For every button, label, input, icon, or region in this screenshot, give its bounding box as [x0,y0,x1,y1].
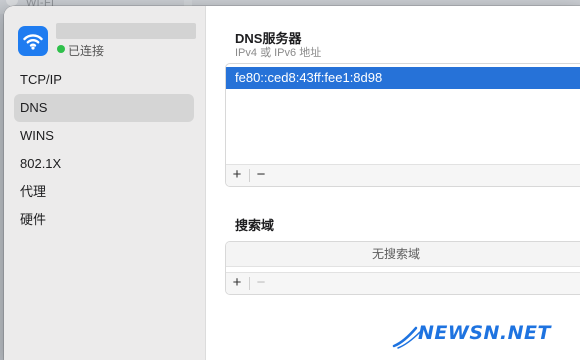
sidebar: 已连接 TCP/IP DNS WINS 802.1X 代理 硬件 [4,6,206,360]
main-panel: DNS服务器 IPv4 或 IPv6 地址 fe80::ced8:43ff:fe… [206,6,580,360]
remove-dns-server-button[interactable]: − [250,165,272,186]
search-domains-title: 搜索域 [235,218,275,233]
dns-server-list: fe80::ced8:43ff:fee1:8d98 + − [225,63,580,187]
search-domain-empty-state: 无搜索域 [226,242,580,267]
watermark-logo: NEWSN.NET [418,322,551,344]
search-domain-footer: + − [226,272,580,294]
search-domain-empty-text: 无搜索域 [371,247,420,261]
dns-section-subtitle: IPv4 或 IPv6 地址 [235,47,322,59]
search-domain-list: 无搜索域 + − [225,241,580,295]
network-details-sheet: 已连接 TCP/IP DNS WINS 802.1X 代理 硬件 DNS服务器 … [4,6,580,360]
sidebar-nav: TCP/IP DNS WINS 802.1X 代理 硬件 [14,66,194,234]
connection-status: 已连接 [68,44,105,58]
wifi-icon [18,26,48,56]
interface-header: 已连接 [16,22,201,58]
sidebar-item-hardware[interactable]: 硬件 [14,206,194,234]
interface-name-redacted [56,23,196,39]
connected-status-dot [57,45,65,53]
remove-search-domain-button[interactable]: − [250,273,272,294]
sidebar-item-8021x[interactable]: 802.1X [14,150,194,178]
sidebar-item-wins[interactable]: WINS [14,122,194,150]
dns-list-footer: + − [226,164,580,186]
sidebar-item-tcpip[interactable]: TCP/IP [14,66,194,94]
add-dns-server-button[interactable]: + [226,165,248,186]
sidebar-item-dns[interactable]: DNS [14,94,194,122]
sidebar-item-proxy[interactable]: 代理 [14,178,194,206]
add-search-domain-button[interactable]: + [226,273,248,294]
dns-server-row[interactable]: fe80::ced8:43ff:fee1:8d98 [226,67,580,89]
